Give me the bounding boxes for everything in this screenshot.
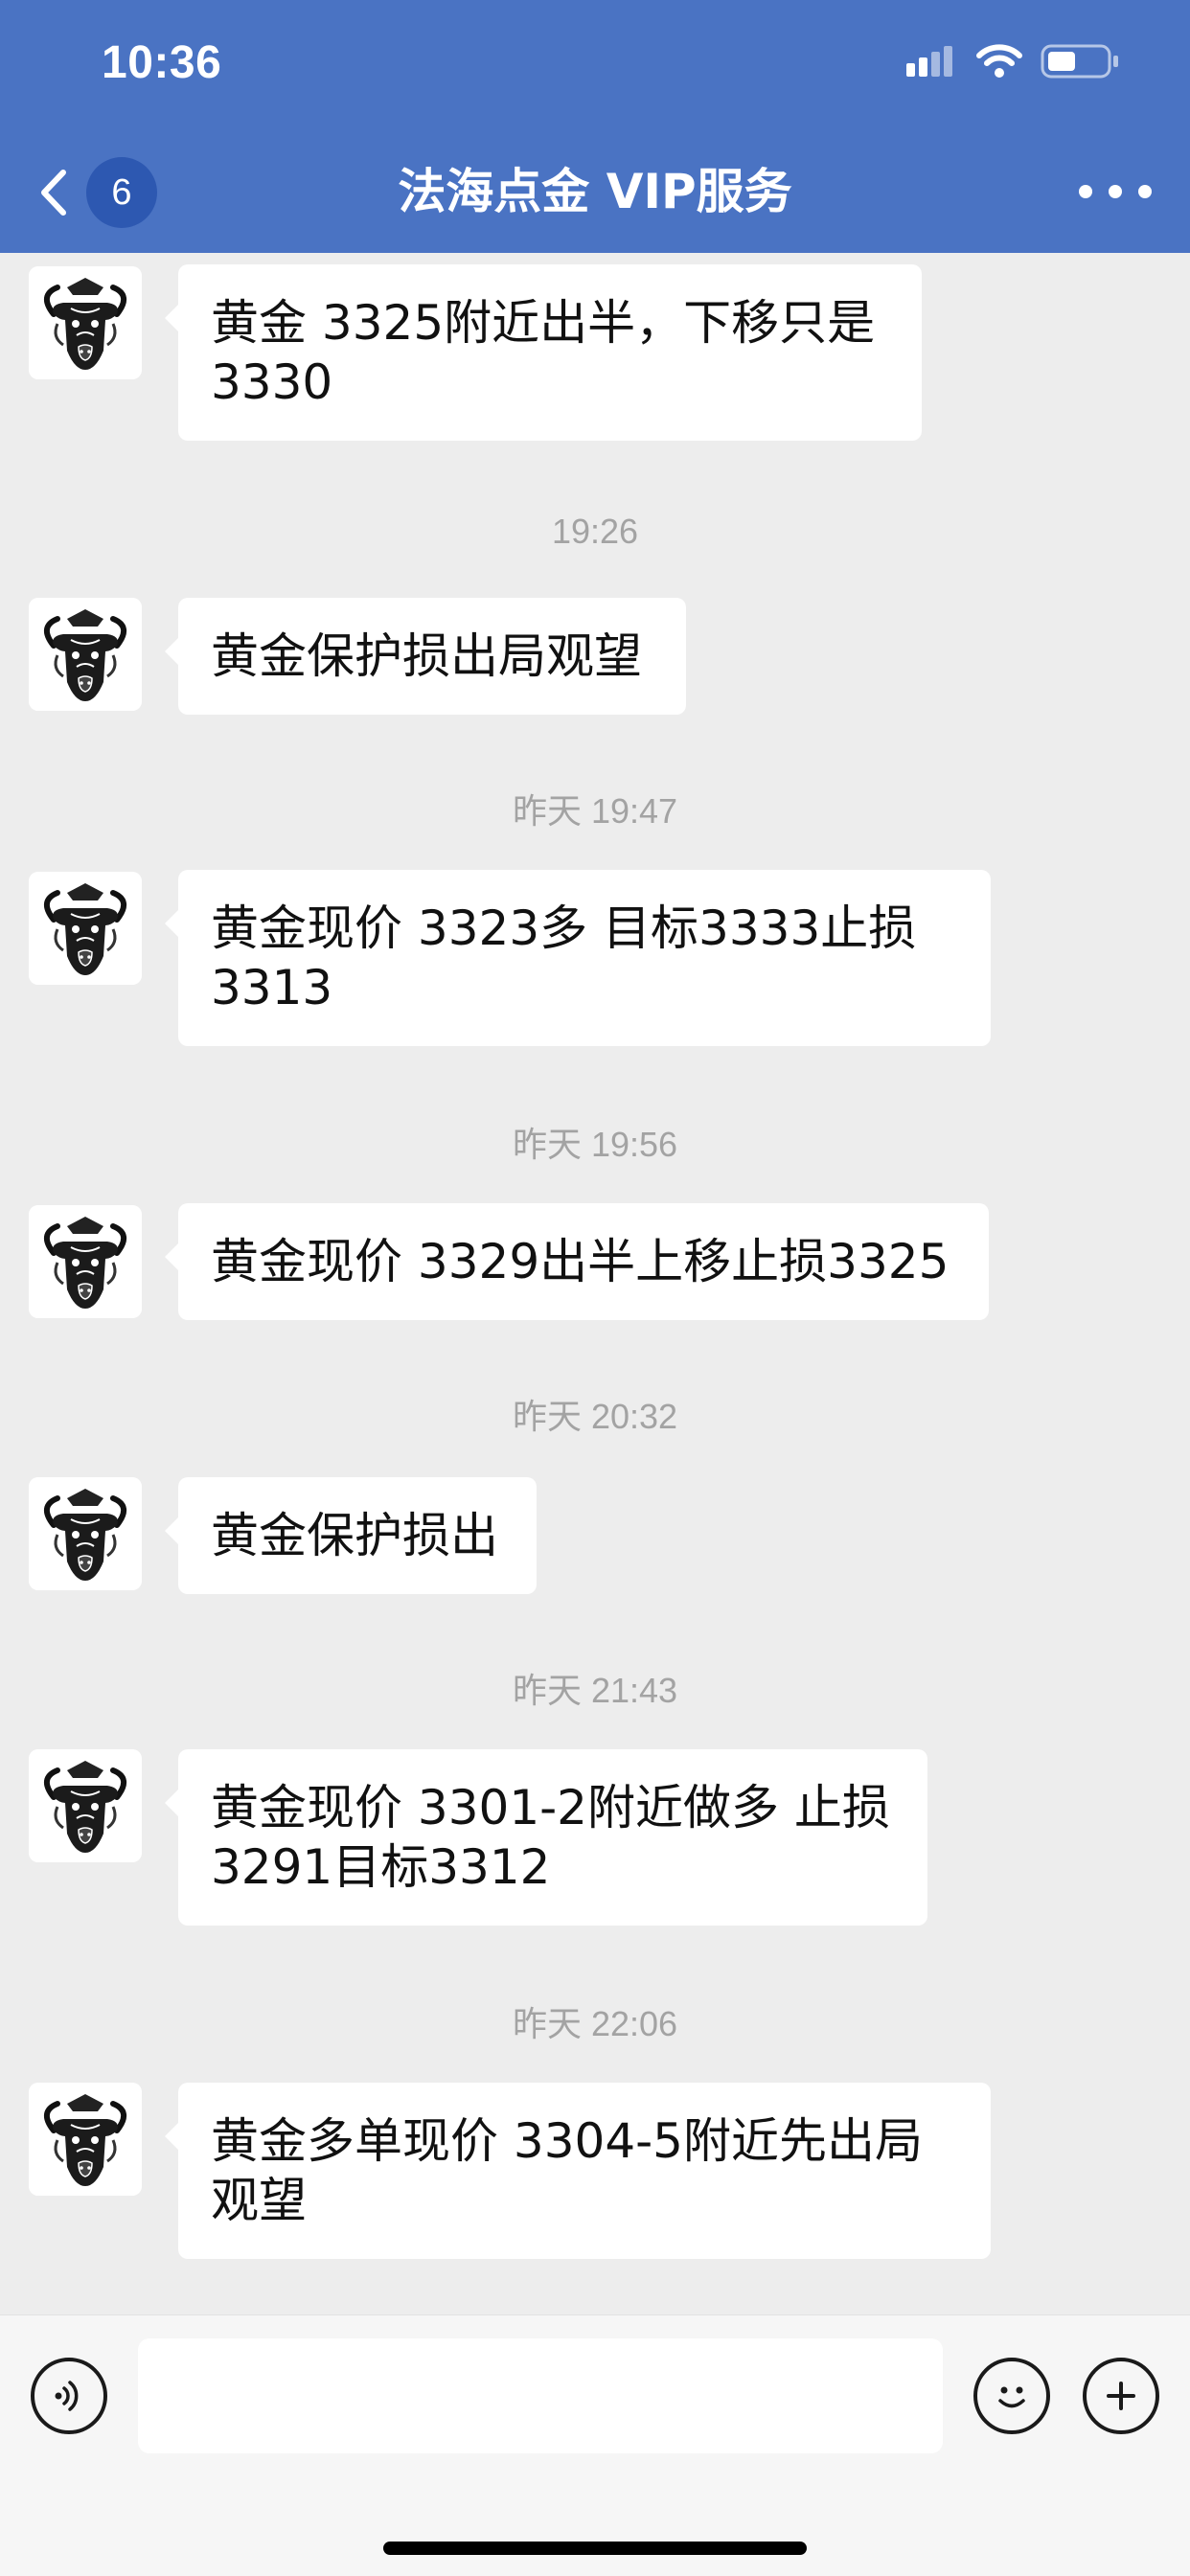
- voice-button[interactable]: [31, 2358, 107, 2434]
- message-bubble[interactable]: 黄金保护损出: [165, 1477, 537, 1594]
- status-time: 10:36: [102, 37, 222, 88]
- message-bubble[interactable]: 黄金 3325附近出半，下移只是3330: [165, 264, 922, 441]
- home-indicator: [383, 2542, 807, 2555]
- message-bubble[interactable]: 黄金现价 3323多 目标3333止损3313: [165, 870, 991, 1046]
- ox-avatar-icon: [29, 1205, 142, 1318]
- message-bubble[interactable]: 黄金现价 3329出半上移止损3325: [165, 1203, 989, 1320]
- add-button[interactable]: [1083, 2358, 1159, 2434]
- avatar[interactable]: [29, 2083, 142, 2196]
- avatar[interactable]: [29, 1749, 142, 1862]
- ox-avatar-icon: [29, 266, 142, 379]
- message-bubble[interactable]: 黄金现价 3301-2附近做多 止损3291目标3312: [165, 1749, 927, 1926]
- input-bar: [0, 2314, 1190, 2576]
- message-timestamp: 昨天 19:56: [512, 1125, 678, 1164]
- ox-avatar-icon: [29, 1477, 142, 1590]
- avatar[interactable]: [29, 1205, 142, 1318]
- chat-title: 法海点金 VIP服务: [398, 164, 792, 219]
- message-bubble[interactable]: 黄金保护损出局观望: [165, 598, 686, 715]
- ox-avatar-icon: [29, 872, 142, 985]
- message-timestamp: 19:26: [551, 512, 639, 551]
- ox-avatar-icon: [29, 1749, 142, 1862]
- avatar[interactable]: [29, 266, 142, 379]
- message-bubble[interactable]: 黄金多单现价 3304-5附近先出局观望: [165, 2083, 991, 2259]
- emoji-button[interactable]: [973, 2358, 1050, 2434]
- more-dots-icon: [1079, 185, 1092, 198]
- message-input[interactable]: [138, 2338, 943, 2453]
- status-icons: [906, 44, 1118, 79]
- plus-icon: [1107, 2382, 1135, 2410]
- more-button[interactable]: [1079, 171, 1152, 213]
- ox-avatar-icon: [29, 2083, 142, 2196]
- message-timestamp: 昨天 19:47: [512, 791, 678, 831]
- ox-avatar-icon: [29, 598, 142, 711]
- avatar[interactable]: [29, 872, 142, 985]
- message-timestamp: 昨天 22:06: [512, 2004, 678, 2043]
- emoji-icon: [998, 2386, 1025, 2408]
- message-timestamp: 昨天 20:32: [512, 1397, 678, 1436]
- header-bar: 10:36 6 法海点金 VIP服务: [0, 0, 1190, 253]
- wifi-icon: [976, 44, 1022, 78]
- avatar[interactable]: [29, 598, 142, 711]
- signal-icon: [906, 46, 952, 77]
- message-timestamp: 昨天 21:43: [512, 1671, 678, 1710]
- battery-icon: [1041, 44, 1118, 79]
- voice-icon: [55, 2381, 79, 2411]
- avatar[interactable]: [29, 1477, 142, 1590]
